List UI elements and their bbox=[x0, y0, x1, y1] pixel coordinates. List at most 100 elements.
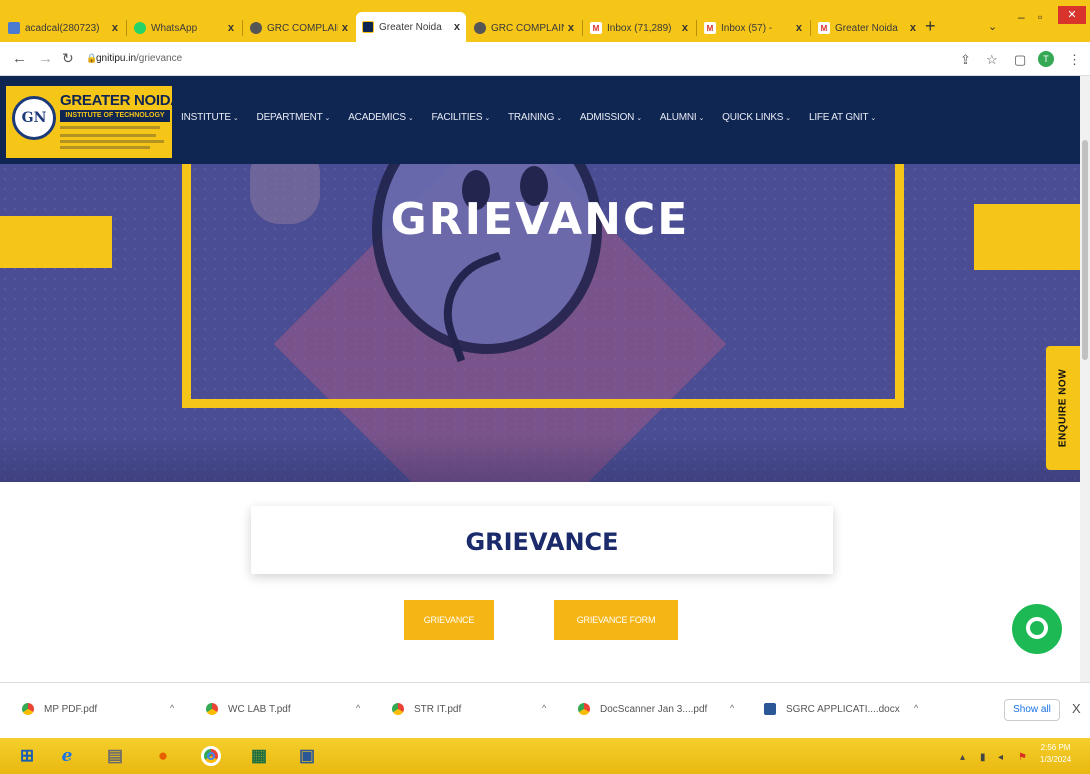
network-icon[interactable]: ▮ bbox=[980, 752, 986, 763]
tab-label: Greater Noida bbox=[835, 22, 898, 34]
window-close-button[interactable]: ✕ bbox=[1058, 6, 1086, 24]
download-item[interactable]: STR IT.pdf bbox=[392, 703, 461, 715]
tab-label: GRC COMPLAINT bbox=[491, 22, 564, 34]
chevron-down-icon: ⌄ bbox=[698, 115, 705, 122]
url-field[interactable]: gnitipu.in/grievance bbox=[96, 53, 182, 64]
windows-start-icon[interactable]: ⊞ bbox=[12, 742, 42, 770]
word-doc-icon bbox=[764, 703, 776, 715]
enquire-label: ENQUIRE NOW bbox=[1057, 368, 1069, 448]
globe-icon bbox=[250, 22, 262, 34]
ie-icon[interactable]: e bbox=[52, 742, 82, 770]
tab-label: GRC COMPLAINT bbox=[267, 22, 338, 34]
tray-expand-icon[interactable]: ▴ bbox=[960, 752, 965, 763]
nav-institute[interactable]: INSTITUTE ⌄ bbox=[181, 112, 239, 123]
site-header: GN GREATER NOIDA INSTITUTE OF TECHNOLOGY… bbox=[0, 76, 1080, 164]
chevron-down-icon: ⌄ bbox=[785, 115, 791, 122]
file-explorer-icon[interactable]: ▤ bbox=[100, 742, 130, 770]
download-item[interactable]: DocScanner Jan 3....pdf bbox=[578, 703, 707, 715]
reload-icon[interactable]: ↻ bbox=[62, 50, 74, 67]
gmail-icon: M bbox=[590, 22, 602, 34]
site-favicon bbox=[362, 21, 374, 33]
close-downloads-icon[interactable]: X bbox=[1072, 701, 1081, 716]
chrome-icon bbox=[22, 703, 34, 715]
close-icon[interactable]: x bbox=[342, 22, 348, 34]
section-title: GRIEVANCE bbox=[465, 528, 619, 556]
clock-time: 2:56 PM bbox=[1040, 743, 1071, 752]
nav-academics[interactable]: ACADEMICS ⌄ bbox=[348, 112, 414, 123]
back-icon[interactable]: ← bbox=[12, 50, 27, 67]
tab-label: acadcal(280723) bbox=[25, 22, 100, 34]
logo-title: GREATER NOIDA bbox=[60, 92, 181, 109]
word-icon[interactable]: ▣ bbox=[292, 742, 322, 770]
browser-tab[interactable]: GRC COMPLAINT x bbox=[468, 14, 580, 42]
download-menu-caret[interactable]: ^ bbox=[914, 703, 918, 713]
browser-tab-strip: acadcal(280723) x WhatsApp x GRC COMPLAI… bbox=[0, 0, 1090, 42]
browser-tab[interactable]: M Inbox (71,289) x bbox=[584, 14, 694, 42]
tab-label: Greater Noida bbox=[379, 21, 442, 33]
download-menu-caret[interactable]: ^ bbox=[170, 703, 174, 713]
close-icon[interactable]: x bbox=[228, 22, 234, 34]
url-path: /grievance bbox=[136, 53, 183, 64]
grievance-button[interactable]: GRIEVANCE bbox=[404, 600, 494, 640]
grievance-form-button[interactable]: GRIEVANCE FORM bbox=[554, 600, 678, 640]
nav-alumni[interactable]: ALUMNI ⌄ bbox=[660, 112, 704, 123]
site-logo[interactable]: GN GREATER NOIDA INSTITUTE OF TECHNOLOGY bbox=[6, 86, 181, 158]
minimize-icon[interactable]: – bbox=[1018, 10, 1025, 24]
browser-tab[interactable]: M Greater Noida x bbox=[812, 14, 922, 42]
show-all-downloads-button[interactable]: Show all bbox=[1004, 699, 1060, 721]
chrome-icon bbox=[392, 703, 404, 715]
whatsapp-icon bbox=[134, 22, 146, 34]
close-icon[interactable]: x bbox=[112, 22, 118, 34]
close-icon[interactable]: x bbox=[454, 21, 460, 33]
tab-doc-icon bbox=[8, 22, 20, 34]
download-menu-caret[interactable]: ^ bbox=[542, 703, 546, 713]
maximize-icon[interactable]: ▫ bbox=[1038, 10, 1042, 24]
download-menu-caret[interactable]: ^ bbox=[356, 703, 360, 713]
bookmark-star-icon[interactable]: ☆ bbox=[986, 52, 998, 68]
profile-avatar[interactable]: T bbox=[1038, 51, 1054, 67]
browser-tab[interactable]: M Inbox (57) - x bbox=[698, 14, 808, 42]
chat-widget-button[interactable] bbox=[1012, 604, 1062, 654]
excel-icon[interactable]: ▦ bbox=[244, 742, 274, 770]
browser-tab[interactable]: acadcal(280723) x bbox=[2, 14, 124, 42]
browser-tab-active[interactable]: Greater Noida x bbox=[356, 12, 466, 42]
download-item[interactable]: SGRC APPLICATI....docx bbox=[764, 703, 900, 715]
main-nav: INSTITUTE ⌄ DEPARTMENT ⌄ ACADEMICS ⌄ FACILI… bbox=[181, 112, 894, 123]
download-item[interactable]: MP PDF.pdf bbox=[22, 703, 97, 715]
scrollbar-thumb[interactable] bbox=[1082, 140, 1088, 360]
chevron-down-icon: ⌄ bbox=[407, 115, 414, 122]
chevron-down-icon: ⌄ bbox=[870, 115, 877, 122]
volume-icon[interactable]: ◂ bbox=[998, 752, 1003, 763]
nav-life-at-gnit[interactable]: LIFE AT GNIT ⌄ bbox=[809, 112, 876, 123]
chrome-taskbar-icon[interactable] bbox=[196, 742, 226, 770]
enquire-now-button[interactable]: ENQUIRE NOW bbox=[1046, 346, 1080, 470]
browser-tab[interactable]: GRC COMPLAINT x bbox=[244, 14, 354, 42]
nav-facilities[interactable]: FACILITIES ⌄ bbox=[432, 112, 491, 123]
chevron-down-icon: ⌄ bbox=[556, 115, 562, 122]
nav-department[interactable]: DEPARTMENT ⌄ bbox=[257, 112, 331, 123]
close-icon[interactable]: x bbox=[568, 22, 574, 34]
tab-label: Inbox (57) - bbox=[721, 22, 773, 34]
close-icon[interactable]: x bbox=[682, 22, 688, 34]
download-menu-caret[interactable]: ^ bbox=[730, 703, 734, 713]
download-item[interactable]: WC LAB T.pdf bbox=[206, 703, 291, 715]
close-icon[interactable]: x bbox=[796, 22, 802, 34]
chevron-down-icon: ⌄ bbox=[484, 115, 490, 122]
close-icon[interactable]: x bbox=[910, 22, 916, 34]
more-menu-icon[interactable]: ⋮ bbox=[1068, 52, 1081, 68]
side-panel-icon[interactable]: ▢ bbox=[1014, 52, 1026, 68]
nav-training[interactable]: TRAINING ⌄ bbox=[508, 112, 562, 123]
browser-tab[interactable]: WhatsApp x bbox=[128, 14, 240, 42]
tab-search-button[interactable]: ⌄ bbox=[988, 20, 997, 33]
new-tab-button[interactable]: + bbox=[925, 16, 936, 37]
chevron-down-icon: ⌄ bbox=[636, 115, 642, 122]
nav-admission[interactable]: ADMISSION ⌄ bbox=[580, 112, 642, 123]
notification-icon[interactable]: ⚑ bbox=[1018, 752, 1027, 763]
firefox-icon[interactable]: ● bbox=[148, 742, 178, 770]
share-icon[interactable]: ⇪ bbox=[960, 52, 971, 68]
nav-quick-links[interactable]: QUICK LINKS ⌄ bbox=[722, 112, 791, 123]
clock-date: 1/3/2024 bbox=[1040, 755, 1072, 764]
forward-icon[interactable]: → bbox=[38, 50, 53, 67]
chrome-icon bbox=[206, 703, 218, 715]
taskbar-clock[interactable]: 2:56 PM 1/3/2024 bbox=[1040, 742, 1071, 766]
